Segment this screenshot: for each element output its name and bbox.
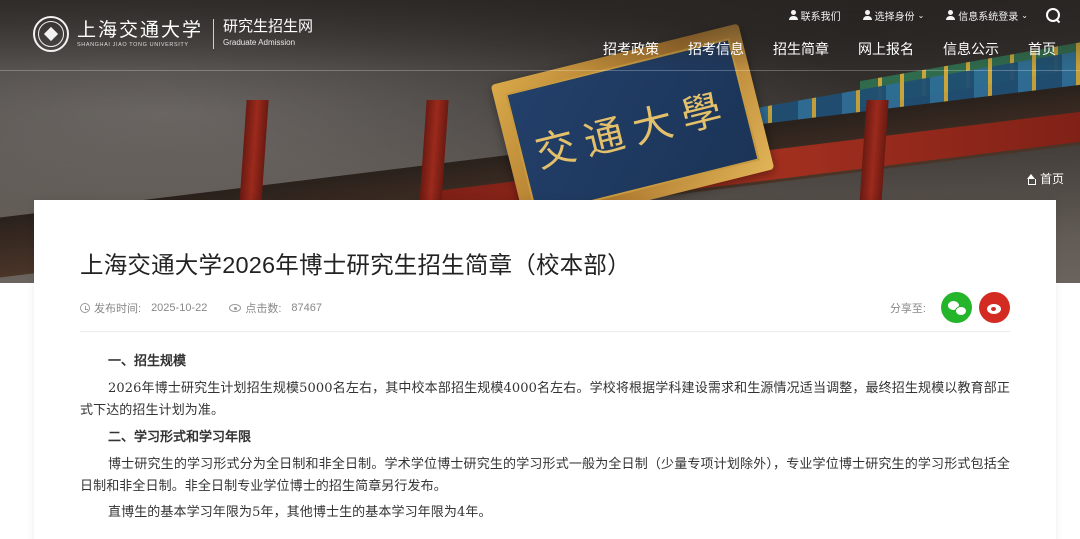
publish-date-value: 2025-10-22 <box>151 302 208 314</box>
site-subtitle: Graduate Admission <box>223 38 296 47</box>
body-paragraph: 2026年博士研究生计划招生规模5000名左右，其中校本部招生规模4000名左右… <box>80 381 1010 418</box>
person-icon <box>862 10 872 20</box>
meta-divider <box>80 331 1010 332</box>
top-utility-links: 联系我们 选择身份 ⌄ 信息系统登录 ⌄ <box>788 6 1060 24</box>
breadcrumb-home: 首页 <box>1039 172 1064 186</box>
wechat-icon <box>947 300 967 316</box>
site-logo[interactable]: 上海交通大学 SHANGHAI JIAO TONG UNIVERSITY 研究生… <box>33 14 313 54</box>
weibo-icon <box>986 301 1004 315</box>
body-paragraph: 直博生的基本学习年限为5年，其他博士生的基本学习年限为4年。 <box>108 505 492 520</box>
breadcrumb[interactable]: 首页 <box>1026 170 1064 187</box>
view-count-value: 87467 <box>291 302 322 314</box>
publish-date: 发布时间: 2025-10-22 <box>80 300 207 316</box>
chevron-down-icon: ⌄ <box>917 10 925 20</box>
article-meta: 发布时间: 2025-10-22 点击数: 87467 <box>80 300 322 316</box>
person-icon <box>788 10 798 20</box>
site-name: 研究生招生网 <box>223 18 314 35</box>
logo-divider <box>213 19 215 49</box>
share-bar: 分享至: <box>890 292 1010 323</box>
select-identity-label: 选择身份 <box>874 11 915 23</box>
article-card: 上海交通大学2026年博士研究生招生简章（校本部） 发布时间: 2025-10-… <box>34 200 1056 539</box>
view-count: 点击数: 87467 <box>229 300 322 316</box>
site-name-block: 研究生招生网 Graduate Admission <box>223 18 313 50</box>
search-icon[interactable] <box>1046 8 1060 22</box>
university-seal-icon <box>33 16 69 52</box>
contact-us-label: 联系我们 <box>800 11 841 23</box>
clock-icon <box>80 303 90 313</box>
nav-home[interactable]: 首页 <box>1028 38 1056 60</box>
select-identity-dropdown[interactable]: 选择身份 ⌄ <box>862 8 925 23</box>
university-name-cn: 上海交通大学 <box>77 19 204 41</box>
university-name-en: SHANGHAI JIAO TONG UNIVERSITY <box>77 42 189 48</box>
home-icon <box>1026 173 1037 185</box>
nav-online-registration[interactable]: 网上报名 <box>858 38 914 60</box>
section-heading: 一、招生规模 <box>108 354 187 369</box>
system-login-label: 信息系统登录 <box>958 11 1019 23</box>
university-name: 上海交通大学 SHANGHAI JIAO TONG UNIVERSITY <box>77 19 203 49</box>
article-title: 上海交通大学2026年博士研究生招生简章（校本部） <box>80 252 631 278</box>
eye-icon <box>229 304 242 312</box>
person-icon <box>946 10 956 20</box>
main-navigation: 招考政策 招考信息 招生简章 网上报名 信息公示 首页 <box>603 38 1056 60</box>
section-heading: 二、学习形式和学习年限 <box>108 430 252 445</box>
share-label: 分享至: <box>889 302 926 315</box>
share-wechat-button[interactable] <box>941 292 972 323</box>
chevron-down-icon: ⌄ <box>1021 10 1028 20</box>
contact-us-link[interactable]: 联系我们 <box>788 8 841 23</box>
body-paragraph: 博士研究生的学习形式分为全日制和非全日制。学术学位博士研究生的学习形式一般为全日… <box>80 457 1010 494</box>
system-login-dropdown[interactable]: 信息系统登录 ⌄ <box>946 8 1028 23</box>
nav-admission-brochure[interactable]: 招生简章 <box>773 38 829 60</box>
nav-admission-info[interactable]: 招考信息 <box>688 38 744 60</box>
share-weibo-button[interactable] <box>979 292 1010 323</box>
publish-date-label: 发布时间: <box>94 303 142 315</box>
article-body: 一、招生规模 2026年博士研究生计划招生规模5000名左右，其中校本部招生规模… <box>80 350 1010 528</box>
nav-admission-policy[interactable]: 招考政策 <box>603 38 659 60</box>
header-divider <box>0 70 1080 71</box>
view-count-label: 点击数: <box>245 303 282 315</box>
nav-public-notice[interactable]: 信息公示 <box>943 38 999 60</box>
